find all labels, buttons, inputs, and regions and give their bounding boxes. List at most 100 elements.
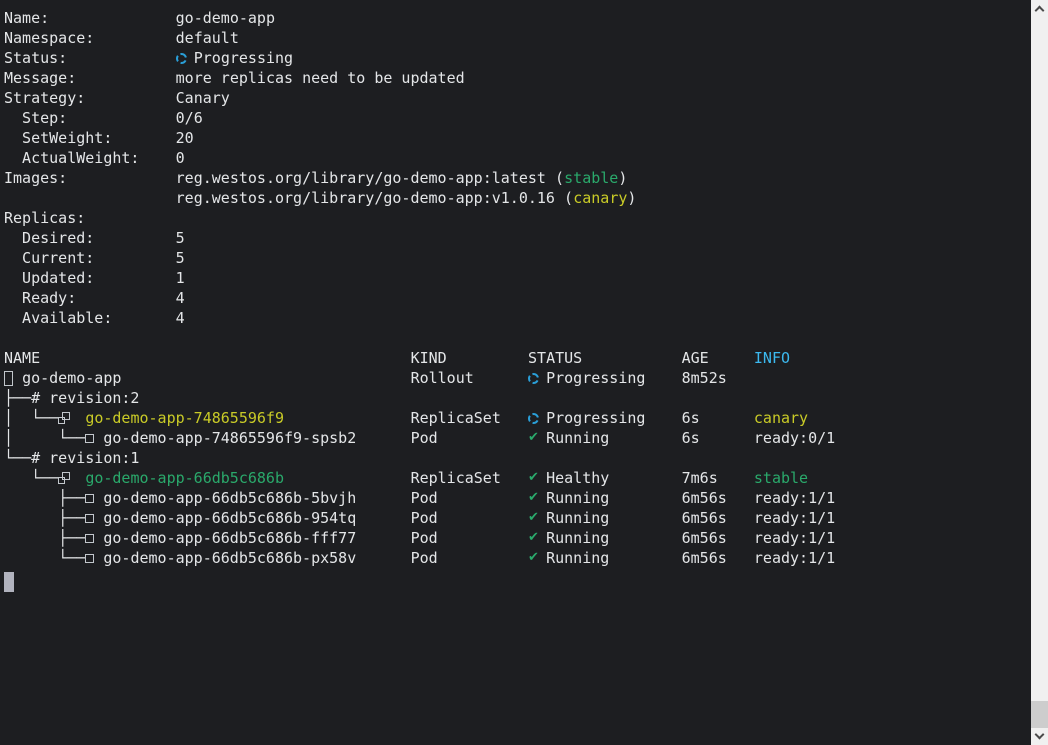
status-cell: Running <box>546 508 609 528</box>
age-cell: 6s <box>682 408 700 428</box>
table-header: STATUS <box>528 348 582 368</box>
summary-label: ActualWeight: <box>4 148 139 168</box>
summary-label: Replicas: <box>4 208 85 228</box>
age-cell: 6m56s <box>682 508 727 528</box>
replicaset-icon <box>58 472 71 485</box>
summary-label: Desired: <box>4 228 94 248</box>
pod-icon <box>85 554 94 563</box>
age-cell: 7m6s <box>682 468 718 488</box>
summary-value: 4 <box>176 288 185 308</box>
age-cell: 6m56s <box>682 528 727 548</box>
kind-cell: Pod <box>411 488 438 508</box>
kind-cell: ReplicaSet <box>411 468 501 488</box>
status-cell: Running <box>546 528 609 548</box>
chevron-down-icon <box>1035 730 1045 740</box>
rollout-icon <box>4 371 13 386</box>
resource-name: go-demo-app-66db5c686b-px58v <box>103 548 356 568</box>
age-cell: 8m52s <box>682 368 727 388</box>
summary-value: 0 <box>176 148 185 168</box>
check-icon: ✔ <box>528 528 539 548</box>
age-cell: 6s <box>682 428 700 448</box>
summary-value: default <box>176 28 239 48</box>
summary-label: Status: <box>4 48 67 68</box>
info-cell: stable <box>754 468 808 488</box>
status-cell: Progressing <box>546 368 645 388</box>
kind-cell: Rollout <box>411 368 474 388</box>
info-cell: ready:1/1 <box>754 488 835 508</box>
resource-name: go-demo-app <box>22 368 121 388</box>
pod-icon <box>85 434 94 443</box>
kind-cell: Pod <box>411 548 438 568</box>
check-icon: ✔ <box>528 468 539 488</box>
summary-value: 4 <box>176 308 185 328</box>
check-icon: ✔ <box>528 548 539 568</box>
info-cell: ready:1/1 <box>754 528 835 548</box>
summary-value: ) <box>618 168 627 188</box>
progressing-icon <box>528 373 539 384</box>
resource-name: go-demo-app-74865596f9 <box>85 408 284 428</box>
table-header: NAME <box>4 348 40 368</box>
resource-name: go-demo-app-66db5c686b-954tq <box>103 508 356 528</box>
kind-cell: Pod <box>411 428 438 448</box>
kind-cell: Pod <box>411 528 438 548</box>
summary-label: Namespace: <box>4 28 94 48</box>
summary-label: Name: <box>4 8 49 28</box>
summary-value: 0/6 <box>176 108 203 128</box>
resource-name: go-demo-app-74865596f9-spsb2 <box>103 428 356 448</box>
summary-value: Progressing <box>194 48 293 68</box>
scrollbar-thumb[interactable] <box>1031 701 1048 728</box>
summary-label: Updated: <box>4 268 94 288</box>
summary-label: Step: <box>4 108 67 128</box>
summary-label: Ready: <box>4 288 76 308</box>
summary-value: more replicas need to be updated <box>176 68 465 88</box>
summary-label: Current: <box>4 248 94 268</box>
terminal-output[interactable]: Name: go-demo-app Namespace: default Status:… <box>0 0 1031 745</box>
replicaset-icon <box>58 412 71 425</box>
age-cell: 6m56s <box>682 488 727 508</box>
tree-prefix: │ └── <box>4 428 85 448</box>
check-icon: ✔ <box>528 508 539 528</box>
tree-prefix: │ └── <box>4 408 58 428</box>
summary-value: reg.westos.org/library/go-demo-app:lates… <box>176 168 564 188</box>
scroll-down-button[interactable] <box>1031 728 1048 745</box>
summary-value: ) <box>627 188 636 208</box>
summary-label: Message: <box>4 68 76 88</box>
tree-prefix: ├── <box>58 508 85 528</box>
tree-prefix: ├── <box>58 488 85 508</box>
summary-value: 5 <box>176 248 185 268</box>
status-cell: Healthy <box>546 468 609 488</box>
info-cell: ready:0/1 <box>754 428 835 448</box>
status-cell: Running <box>546 488 609 508</box>
tree-prefix: └──# revision:1 <box>4 448 139 468</box>
progressing-icon <box>176 53 187 64</box>
check-icon: ✔ <box>528 488 539 508</box>
status-cell: Progressing <box>546 408 645 428</box>
summary-label: SetWeight: <box>4 128 112 148</box>
pod-icon <box>85 494 94 503</box>
summary-value: 20 <box>176 128 194 148</box>
image-tag: stable <box>564 168 618 188</box>
scrollbar-track[interactable] <box>1031 0 1048 745</box>
info-cell: ready:1/1 <box>754 508 835 528</box>
info-cell: canary <box>754 408 808 428</box>
terminal-cursor <box>4 572 14 592</box>
chevron-up-icon <box>1035 6 1045 16</box>
table-header: KIND <box>411 348 447 368</box>
scroll-up-button[interactable] <box>1031 0 1048 17</box>
tree-prefix: └── <box>31 468 58 488</box>
summary-value: reg.westos.org/library/go-demo-app:v1.0.… <box>176 188 573 208</box>
summary-label: Available: <box>4 308 112 328</box>
tree-prefix: ├──# revision:2 <box>4 388 139 408</box>
progressing-icon <box>528 413 539 424</box>
summary-label: Images: <box>4 168 67 188</box>
summary-value: 1 <box>176 268 185 288</box>
info-cell: ready:1/1 <box>754 548 835 568</box>
resource-name: go-demo-app-66db5c686b-fff77 <box>103 528 356 548</box>
resource-name: go-demo-app-66db5c686b <box>85 468 284 488</box>
pod-icon <box>85 534 94 543</box>
status-cell: Running <box>546 428 609 448</box>
kind-cell: ReplicaSet <box>411 408 501 428</box>
tree-prefix: ├── <box>58 528 85 548</box>
tree-prefix: └── <box>58 548 85 568</box>
image-tag: canary <box>573 188 627 208</box>
